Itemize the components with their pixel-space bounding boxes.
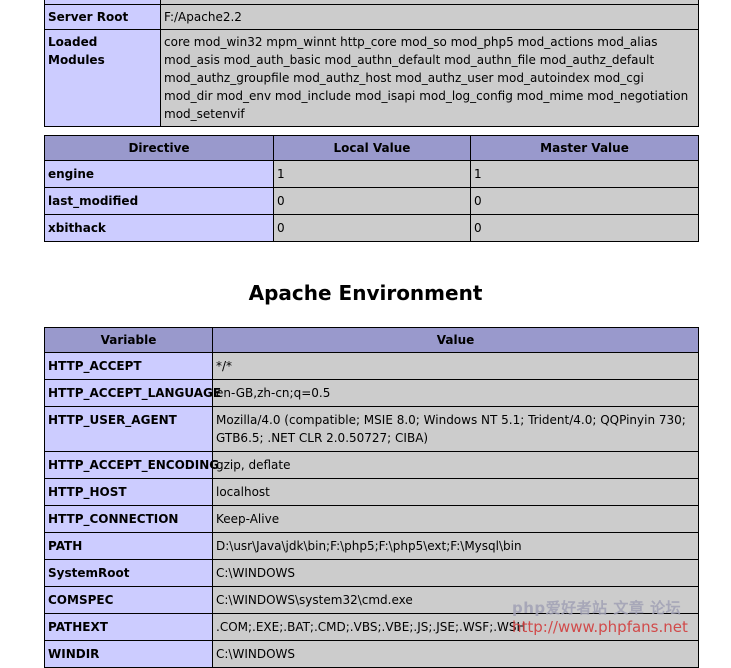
- variable-cell: HTTP_HOST: [44, 478, 213, 506]
- table-row: HTTP_ACCEPT */*: [44, 352, 699, 380]
- value-cell: en-GB,zh-cn;q=0.5: [212, 379, 699, 407]
- variable-cell: HTTP_USER_AGENT: [44, 406, 213, 452]
- table-row: HTTP_HOST localhost: [44, 478, 699, 506]
- table-row: PATH D:\usr\Java\jdk\bin;F:\php5;F:\php5…: [44, 532, 699, 560]
- table-row: Server Root F:/Apache2.2: [44, 4, 699, 30]
- core-value-cell: core mod_win32 mpm_winnt http_core mod_s…: [160, 29, 699, 127]
- value-cell: localhost: [212, 478, 699, 506]
- value-cell: C:\WINDOWS: [212, 640, 699, 668]
- table-row: COMSPEC C:\WINDOWS\system32\cmd.exe: [44, 586, 699, 614]
- value-cell: */*: [212, 352, 699, 380]
- variable-cell: COMSPEC: [44, 586, 213, 614]
- column-header-local-value: Local Value: [273, 135, 471, 161]
- variable-cell: PATH: [44, 532, 213, 560]
- table-row: SystemRoot C:\WINDOWS: [44, 559, 699, 587]
- table-header-row: Directive Local Value Master Value: [44, 135, 699, 161]
- local-value-cell: 0: [273, 187, 471, 215]
- value-cell: C:\WINDOWS: [212, 559, 699, 587]
- variable-cell: SystemRoot: [44, 559, 213, 587]
- value-cell: Keep-Alive: [212, 505, 699, 533]
- table-row: last_modified 0 0: [44, 187, 699, 215]
- section-title: Apache Environment: [248, 281, 483, 305]
- master-value-cell: 0: [470, 187, 699, 215]
- table-row: HTTP_USER_AGENT Mozilla/4.0 (compatible;…: [44, 406, 699, 452]
- directive-table: Directive Local Value Master Value engin…: [44, 135, 699, 242]
- variable-cell: PATHEXT: [44, 613, 213, 641]
- value-cell: Mozilla/4.0 (compatible; MSIE 8.0; Windo…: [212, 406, 699, 452]
- master-value-cell: 0: [470, 214, 699, 242]
- variable-cell: HTTP_ACCEPT: [44, 352, 213, 380]
- variable-cell: WINDIR: [44, 640, 213, 668]
- table-row: HTTP_ACCEPT_ENCODING gzip, deflate: [44, 451, 699, 479]
- local-value-cell: 0: [273, 214, 471, 242]
- value-cell: C:\WINDOWS\system32\cmd.exe: [212, 586, 699, 614]
- variable-cell: HTTP_ACCEPT_ENCODING: [44, 451, 219, 479]
- apache-core-table: Server Root F:/Apache2.2 Loaded Modules …: [44, 0, 699, 127]
- core-name-cell: Loaded Modules: [44, 29, 161, 127]
- variable-cell: HTTP_ACCEPT_LANGUAGE: [44, 379, 221, 407]
- column-header-variable: Variable: [44, 327, 213, 353]
- core-value-cell: F:/Apache2.2: [160, 4, 699, 30]
- apache-environment-table: Variable Value HTTP_ACCEPT */* HTTP_ACCE…: [44, 327, 699, 668]
- directive-cell: last_modified: [44, 187, 274, 215]
- value-cell: D:\usr\Java\jdk\bin;F:\php5;F:\php5\ext;…: [212, 532, 699, 560]
- value-cell: gzip, deflate: [212, 451, 699, 479]
- table-row: HTTP_ACCEPT_LANGUAGE en-GB,zh-cn;q=0.5: [44, 379, 699, 407]
- master-value-cell: 1: [470, 160, 699, 188]
- column-header-master-value: Master Value: [470, 135, 699, 161]
- value-cell: .COM;.EXE;.BAT;.CMD;.VBS;.VBE;.JS;.JSE;.…: [212, 613, 699, 641]
- table-row: engine 1 1: [44, 160, 699, 188]
- table-row: HTTP_CONNECTION Keep-Alive: [44, 505, 699, 533]
- column-header-directive: Directive: [44, 135, 274, 161]
- table-header-row: Variable Value: [44, 327, 699, 353]
- table-row: PATHEXT .COM;.EXE;.BAT;.CMD;.VBS;.VBE;.J…: [44, 613, 699, 641]
- directive-cell: xbithack: [44, 214, 274, 242]
- core-name-cell: Server Root: [44, 4, 161, 30]
- variable-cell: HTTP_CONNECTION: [44, 505, 213, 533]
- directive-cell: engine: [44, 160, 274, 188]
- table-row: xbithack 0 0: [44, 214, 699, 242]
- table-row: Loaded Modules core mod_win32 mpm_winnt …: [44, 29, 699, 127]
- table-row: WINDIR C:\WINDOWS: [44, 640, 699, 668]
- local-value-cell: 1: [273, 160, 471, 188]
- column-header-value: Value: [212, 327, 699, 353]
